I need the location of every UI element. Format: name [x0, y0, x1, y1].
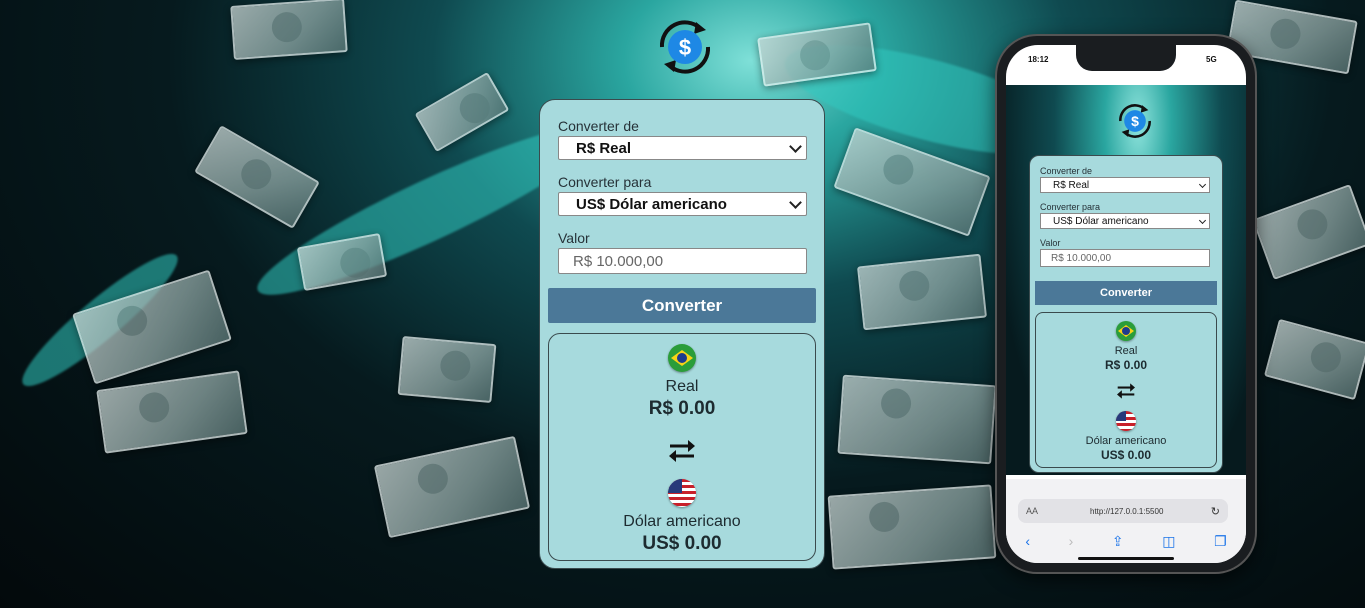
- from-currency-name: Real: [665, 378, 699, 395]
- to-currency-name: Dólar americano: [623, 513, 741, 530]
- convert-button[interactable]: Converter: [548, 288, 816, 323]
- banknote: [837, 374, 997, 465]
- tabs-icon[interactable]: ❐: [1214, 533, 1227, 550]
- banknote: [1263, 318, 1365, 401]
- banknote: [856, 253, 988, 331]
- banknote: [827, 484, 997, 570]
- svg-text:$: $: [679, 35, 691, 60]
- to-currency-value: US$ Dólar americano: [576, 195, 727, 213]
- forward-icon[interactable]: ›: [1069, 533, 1074, 549]
- phone-screen: 18:12 5G $ Converter de R$ Real Converte…: [1006, 45, 1246, 563]
- amount-input[interactable]: R$ 10.000,00: [1040, 249, 1210, 267]
- result-panel: Real R$ 0.00 Dólar americano US$ 0.00: [548, 333, 816, 561]
- phone-converter-card: Converter de R$ Real Converter para US$ …: [1029, 155, 1223, 473]
- to-currency-select[interactable]: US$ Dólar americano: [558, 192, 807, 216]
- home-indicator: [1078, 557, 1174, 560]
- amount-label: Valor: [558, 230, 590, 246]
- text-size-button[interactable]: AA: [1026, 506, 1038, 516]
- to-currency-value: US$ Dólar americano: [1053, 215, 1149, 227]
- swap-arrows-icon: [1117, 383, 1135, 399]
- to-label: Converter para: [1040, 202, 1101, 212]
- dollar-exchange-logo-icon: $: [659, 20, 711, 74]
- convert-button[interactable]: Converter: [1035, 281, 1217, 305]
- amount-placeholder: R$ 10.000,00: [573, 252, 664, 270]
- bookmarks-icon[interactable]: ◫: [1162, 533, 1175, 550]
- brazil-flag-icon: [668, 344, 696, 372]
- from-currency-select[interactable]: R$ Real: [558, 136, 807, 160]
- to-currency-result: US$ 0.00: [642, 533, 722, 554]
- brazil-flag-icon: [1116, 321, 1136, 341]
- share-icon[interactable]: ⇪: [1112, 533, 1124, 550]
- from-currency-name: Real: [1114, 345, 1138, 357]
- safari-toolbar: ‹ › ⇪ ◫ ❐: [1006, 531, 1246, 551]
- amount-placeholder: R$ 10.000,00: [1051, 252, 1112, 264]
- back-icon[interactable]: ‹: [1025, 533, 1030, 549]
- banknote: [373, 435, 531, 539]
- to-currency-select[interactable]: US$ Dólar americano: [1040, 213, 1210, 229]
- safari-bar: AA http://127.0.0.1:5500 ↻ ‹ › ⇪ ◫ ❐: [1006, 479, 1246, 563]
- svg-text:$: $: [1131, 113, 1139, 129]
- banknote: [414, 71, 510, 153]
- chevron-down-icon: [1198, 180, 1207, 188]
- to-currency-result: US$ 0.00: [1100, 448, 1152, 462]
- phone-mockup: 18:12 5G $ Converter de R$ Real Converte…: [997, 36, 1255, 572]
- phone-notch: [1076, 45, 1176, 71]
- from-currency-select[interactable]: R$ Real: [1040, 177, 1210, 193]
- banknote: [96, 370, 248, 454]
- banknote: [1252, 184, 1365, 280]
- phone-time: 18:12: [1028, 55, 1049, 64]
- amount-label: Valor: [1040, 238, 1061, 248]
- banknote: [194, 125, 320, 229]
- result-panel: Real R$ 0.00 Dólar americano US$ 0.00: [1035, 312, 1217, 468]
- banknote: [72, 269, 232, 385]
- reload-icon[interactable]: ↻: [1211, 505, 1220, 518]
- dollar-exchange-logo-icon: $: [1119, 104, 1151, 138]
- from-currency-result: R$ 0.00: [648, 398, 716, 419]
- to-currency-name: Dólar americano: [1085, 435, 1167, 447]
- amount-input[interactable]: R$ 10.000,00: [558, 248, 807, 274]
- from-currency-result: R$ 0.00: [1104, 358, 1148, 372]
- from-currency-value: R$ Real: [1053, 179, 1090, 191]
- usa-flag-icon: [1116, 411, 1136, 431]
- chevron-down-icon: [1198, 216, 1207, 224]
- converter-card: Converter de R$ Real Converter para US$ …: [539, 99, 825, 569]
- banknote: [397, 336, 497, 403]
- from-currency-value: R$ Real: [576, 139, 632, 157]
- phone-network: 5G: [1206, 55, 1217, 64]
- usa-flag-icon: [668, 479, 696, 507]
- chevron-down-icon: [789, 195, 802, 209]
- swap-arrows-icon: [669, 440, 695, 462]
- from-label: Converter de: [558, 118, 639, 134]
- chevron-down-icon: [789, 139, 802, 153]
- from-label: Converter de: [1040, 166, 1093, 176]
- address-bar[interactable]: AA http://127.0.0.1:5500 ↻: [1018, 499, 1228, 523]
- url-text: http://127.0.0.1:5500: [1090, 506, 1164, 516]
- banknote: [230, 0, 348, 60]
- to-label: Converter para: [558, 174, 652, 190]
